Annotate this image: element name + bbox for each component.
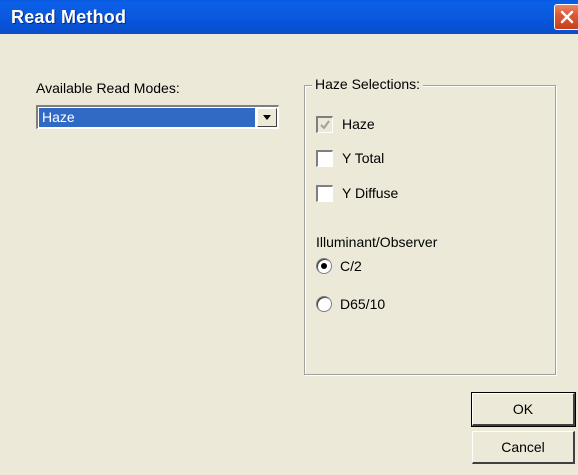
read-modes-label: Available Read Modes: <box>36 80 180 96</box>
y-total-checkbox[interactable] <box>316 150 333 167</box>
c2-radio[interactable] <box>316 258 332 274</box>
y-diffuse-checkbox-label: Y Diffuse <box>342 185 399 201</box>
y-total-checkbox-label: Y Total <box>342 150 385 166</box>
ok-button[interactable]: OK <box>471 392 576 427</box>
window-title: Read Method <box>11 7 127 27</box>
y-diffuse-checkbox[interactable] <box>316 185 333 202</box>
haze-checkbox-label: Haze <box>342 116 375 132</box>
close-button[interactable] <box>554 4 578 30</box>
chevron-down-icon <box>263 115 271 120</box>
d65-10-radio[interactable] <box>316 296 332 312</box>
cancel-button[interactable]: Cancel <box>472 431 575 464</box>
close-icon <box>560 10 574 24</box>
title-bar[interactable]: Read Method <box>0 0 578 34</box>
haze-selections-legend: Haze Selections: <box>312 76 424 92</box>
illuminant-observer-label: Illuminant/Observer <box>316 234 438 250</box>
radio-selected-dot <box>321 263 327 269</box>
c2-radio-label: C/2 <box>340 258 362 274</box>
checkmark-icon <box>320 120 330 130</box>
read-modes-selected-value: Haze <box>39 108 255 127</box>
haze-checkbox[interactable] <box>316 116 333 133</box>
dropdown-arrow-button[interactable] <box>257 108 277 127</box>
read-modes-dropdown[interactable]: Haze <box>36 105 279 129</box>
read-method-dialog: Read Method Available Read Modes: Haze H… <box>0 0 578 475</box>
d65-10-radio-label: D65/10 <box>340 296 386 312</box>
